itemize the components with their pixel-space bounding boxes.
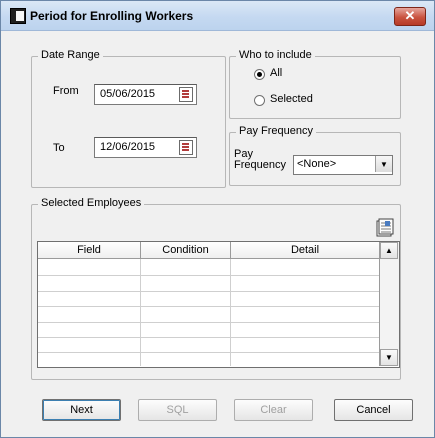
import-document-icon[interactable] [376,218,395,237]
radio-selected-label: Selected [270,93,313,105]
pay-frequency-label-line2: Frequency [234,159,286,171]
selected-employees-legend: Selected Employees [38,197,145,209]
from-label: From [53,85,79,97]
window-title: Period for Enrolling Workers [30,9,194,23]
title-bar: Period for Enrolling Workers ✕ [1,1,434,31]
radio-all[interactable]: All [254,67,314,81]
radio-selected-circle[interactable] [254,95,265,106]
table-row[interactable] [38,275,379,276]
who-to-include-legend: Who to include [236,49,315,61]
from-date-field[interactable]: 05/06/2015 [94,84,197,105]
to-date-field[interactable]: 12/06/2015 [94,137,197,158]
column-header-condition[interactable]: Condition [141,242,231,259]
close-button[interactable]: ✕ [394,7,426,26]
grid-header: Field Condition Detail [38,242,380,259]
scroll-up-arrow-icon[interactable]: ▲ [380,242,398,259]
to-date-value: 12/06/2015 [100,141,156,153]
pay-frequency-select[interactable]: <None> ▼ [293,155,393,175]
to-label: To [53,142,65,154]
clear-button[interactable]: Clear [234,399,313,421]
sql-button[interactable]: SQL [138,399,217,421]
table-row[interactable] [38,322,379,323]
radio-all-circle[interactable] [254,69,265,80]
next-button[interactable]: Next [42,399,121,421]
cancel-button[interactable]: Cancel [334,399,413,421]
pay-frequency-value: <None> [297,158,337,170]
chevron-down-icon[interactable]: ▼ [375,156,392,172]
table-row[interactable] [38,337,379,338]
from-date-value: 05/06/2015 [100,88,156,100]
table-row[interactable] [38,291,379,292]
radio-selected[interactable]: Selected [254,93,334,107]
table-row[interactable] [38,306,379,307]
who-to-include-group: Who to include [229,49,401,119]
column-header-detail[interactable]: Detail [231,242,380,259]
column-header-field[interactable]: Field [38,242,141,259]
vertical-scrollbar[interactable]: ▲ ▼ [379,242,399,366]
table-row[interactable] [38,352,379,353]
calendar-icon[interactable] [179,140,193,155]
calendar-icon[interactable] [179,87,193,102]
radio-selected-dot [257,72,262,77]
date-range-group: Date Range [31,49,226,188]
date-range-legend: Date Range [38,49,103,61]
dialog-window: Period for Enrolling Workers ✕ Date Rang… [0,0,435,438]
criteria-grid[interactable]: Field Condition Detail ▲ ▼ [37,241,400,368]
app-icon [10,8,26,24]
radio-all-label: All [270,67,283,79]
scroll-down-arrow-icon[interactable]: ▼ [380,349,398,366]
pay-frequency-legend: Pay Frequency [236,125,316,137]
